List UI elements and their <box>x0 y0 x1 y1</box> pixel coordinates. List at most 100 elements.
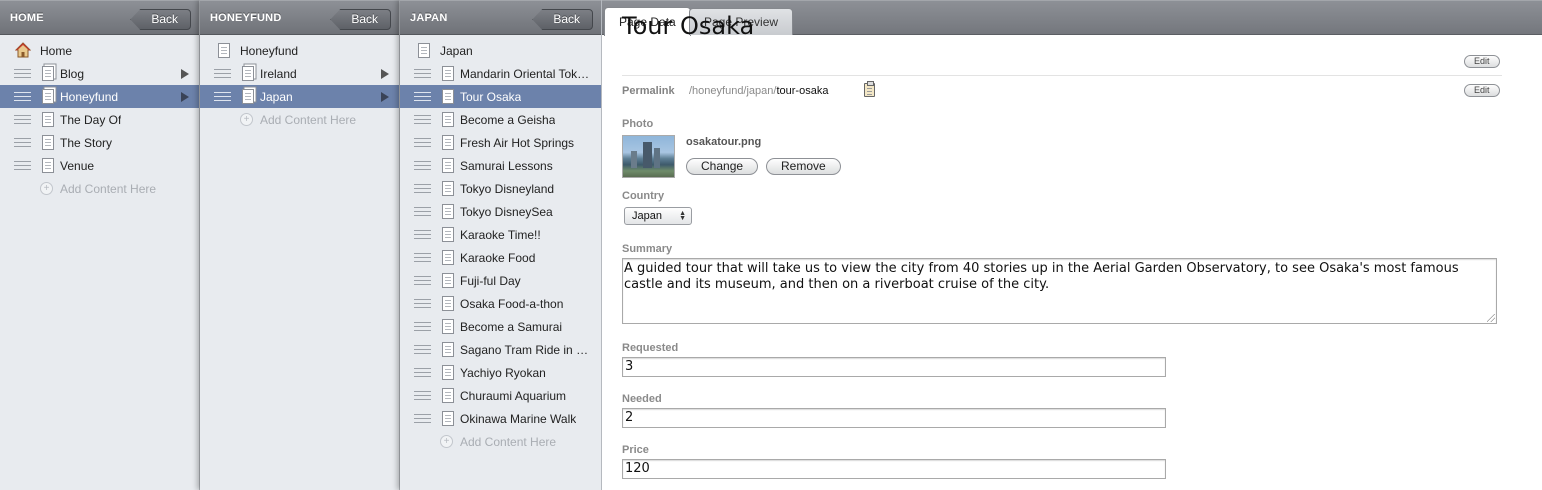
back-button[interactable]: Back <box>130 9 191 30</box>
expand-arrow-icon[interactable] <box>381 92 389 102</box>
list-item[interactable]: Okinawa Marine Walk <box>400 407 601 430</box>
list-item-venue[interactable]: Venue <box>0 154 199 177</box>
list-item-the-story[interactable]: The Story <box>0 131 199 154</box>
column-header: HONEYFUND Back <box>200 0 399 35</box>
list-item[interactable]: Become a Samurai <box>400 315 601 338</box>
document-icon <box>442 135 454 150</box>
list-item-japan-page[interactable]: Japan <box>400 39 601 62</box>
drag-handle-icon[interactable] <box>414 207 431 216</box>
divider <box>622 75 1502 76</box>
list-item-label: Blog <box>60 67 85 81</box>
list-item-home[interactable]: Home <box>0 39 199 62</box>
list-item[interactable]: Fuji-ful Day <box>400 269 601 292</box>
drag-handle-icon[interactable] <box>14 69 31 78</box>
country-select[interactable]: Japan ▲ ▼ <box>624 207 692 225</box>
list-item-label: Honeyfund <box>60 90 119 104</box>
summary-textarea[interactable]: A guided tour that will take us to view … <box>622 258 1497 324</box>
column-title: HOME <box>10 12 44 24</box>
list-item[interactable]: Osaka Food-a-thon <box>400 292 601 315</box>
remove-photo-button[interactable]: Remove <box>766 158 841 175</box>
drag-handle-icon[interactable] <box>414 161 431 170</box>
list-item[interactable]: Yachiyo Ryokan <box>400 361 601 384</box>
change-photo-button[interactable]: Change <box>686 158 759 175</box>
drag-handle-icon[interactable] <box>14 138 31 147</box>
permalink-path: /honeyfund/japan/tour-osaka <box>689 85 828 97</box>
drag-handle-icon[interactable] <box>414 253 431 262</box>
list-item[interactable]: Karaoke Time!! <box>400 223 601 246</box>
detail-panel: Page Data Page Preview Tour Osaka Edit P… <box>602 0 1542 490</box>
drag-handle-icon[interactable] <box>414 184 431 193</box>
list-item-label: Venue <box>60 159 95 173</box>
list-item[interactable]: Tokyo Disneyland <box>400 177 601 200</box>
back-button[interactable]: Back <box>532 9 593 30</box>
clipboard-icon[interactable] <box>864 81 875 97</box>
list-item-ireland[interactable]: Ireland <box>200 62 399 85</box>
drag-handle-icon[interactable] <box>14 92 31 101</box>
drag-handle-icon[interactable] <box>14 115 31 124</box>
price-input[interactable]: 120 <box>622 459 1166 479</box>
add-content-button[interactable]: + Add Content Here <box>0 177 199 200</box>
expand-arrow-icon[interactable] <box>181 69 189 79</box>
content-list: Home Blog Honeyfund The Day Of The Story… <box>0 35 199 200</box>
add-content-button[interactable]: + Add Content Here <box>400 430 601 453</box>
drag-handle-icon[interactable] <box>414 276 431 285</box>
list-item[interactable]: Karaoke Food <box>400 246 601 269</box>
document-icon <box>442 365 454 380</box>
price-label: Price <box>622 444 649 456</box>
drag-handle-icon[interactable] <box>414 115 431 124</box>
list-item[interactable]: Tour Osaka <box>400 85 601 108</box>
document-icon <box>442 112 454 127</box>
list-item-label: Tour Osaka <box>460 90 522 104</box>
list-item-japan[interactable]: Japan <box>200 85 399 108</box>
list-item[interactable]: Churaumi Aquarium <box>400 384 601 407</box>
column-title: HONEYFUND <box>210 12 282 24</box>
back-button[interactable]: Back <box>330 9 391 30</box>
drag-handle-icon[interactable] <box>414 322 431 331</box>
document-icon <box>442 227 454 242</box>
list-item-label: Ireland <box>260 67 297 81</box>
expand-arrow-icon[interactable] <box>181 92 189 102</box>
drag-handle-icon[interactable] <box>14 161 31 170</box>
cms-app: HOME Back Home Blog Honeyfund The Day Of… <box>0 0 1542 490</box>
list-item[interactable]: Become a Geisha <box>400 108 601 131</box>
expand-arrow-icon[interactable] <box>381 69 389 79</box>
drag-handle-icon[interactable] <box>414 368 431 377</box>
column-header: HOME Back <box>0 0 199 35</box>
list-item-label: Churaumi Aquarium <box>460 389 567 403</box>
requested-input[interactable]: 3 <box>622 357 1166 377</box>
list-item-blog[interactable]: Blog <box>0 62 199 85</box>
list-item[interactable]: Tokyo DisneySea <box>400 200 601 223</box>
drag-handle-icon[interactable] <box>414 299 431 308</box>
drag-handle-icon[interactable] <box>414 92 431 101</box>
add-content-button[interactable]: + Add Content Here <box>200 108 399 131</box>
edit-permalink-button[interactable]: Edit <box>1464 84 1500 97</box>
drag-handle-icon[interactable] <box>414 414 431 423</box>
permalink-label: Permalink <box>622 85 675 97</box>
summary-label: Summary <box>622 243 673 255</box>
list-item[interactable]: Mandarin Oriental Tok… <box>400 62 601 85</box>
list-item[interactable]: Fresh Air Hot Springs <box>400 131 601 154</box>
list-item-the-day-of[interactable]: The Day Of <box>0 108 199 131</box>
drag-handle-icon[interactable] <box>414 230 431 239</box>
edit-title-button[interactable]: Edit <box>1464 55 1500 68</box>
drag-handle-icon[interactable] <box>214 69 231 78</box>
drag-handle-icon[interactable] <box>214 92 231 101</box>
drag-handle-icon[interactable] <box>414 69 431 78</box>
resize-handle-icon[interactable] <box>1487 314 1495 322</box>
list-item-honeyfund[interactable]: Honeyfund <box>0 85 199 108</box>
document-icon <box>418 43 430 58</box>
country-value: Japan <box>632 210 662 222</box>
list-item[interactable]: Sagano Tram Ride in … <box>400 338 601 361</box>
needed-input[interactable]: 2 <box>622 408 1166 428</box>
drag-handle-icon[interactable] <box>414 345 431 354</box>
list-item-label: Fuji-ful Day <box>460 274 521 288</box>
requested-label: Requested <box>622 342 679 354</box>
drag-handle-icon[interactable] <box>414 138 431 147</box>
content-list: Japan Mandarin Oriental Tok… Tour Osaka … <box>400 35 601 453</box>
home-icon <box>15 42 31 58</box>
drag-handle-icon[interactable] <box>414 391 431 400</box>
list-item[interactable]: Samurai Lessons <box>400 154 601 177</box>
list-item-label: Fresh Air Hot Springs <box>460 136 575 150</box>
plus-icon: + <box>440 435 453 448</box>
list-item-honeyfund-page[interactable]: Honeyfund <box>200 39 399 62</box>
